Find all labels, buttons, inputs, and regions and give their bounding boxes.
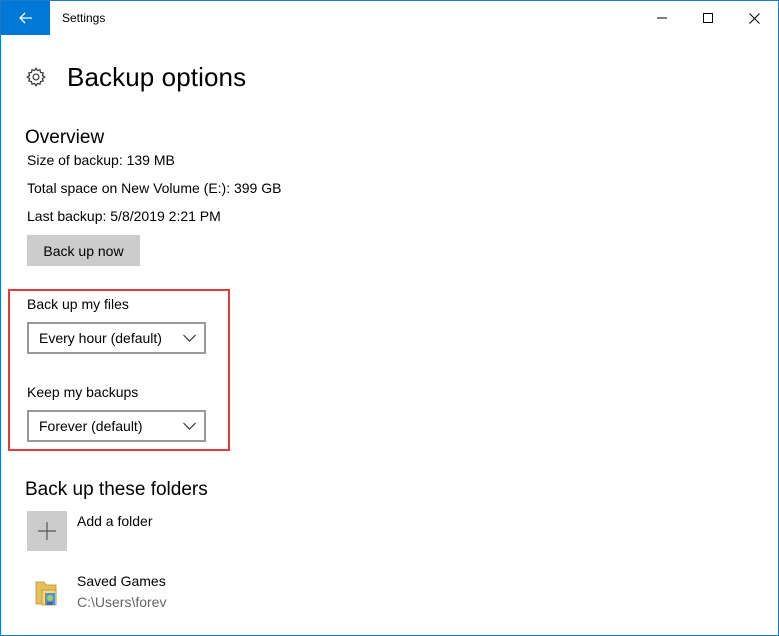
folder-item-name[interactable]: Saved Games [77, 573, 166, 589]
backup-frequency-dropdown[interactable]: Every hour (default) [27, 322, 206, 354]
plus-icon [38, 522, 56, 540]
settings-window: Settings Backup options Overview Size of… [0, 0, 779, 636]
backup-folders-heading: Back up these folders [25, 479, 208, 500]
add-folder-button[interactable] [27, 511, 67, 551]
keep-backups-value: Forever (default) [39, 418, 143, 434]
page-title: Backup options [67, 61, 247, 92]
backup-size-text: Size of backup: 139 MB [27, 152, 175, 168]
gear-icon [26, 67, 46, 87]
overview-heading: Overview [25, 127, 105, 148]
total-space-text: Total space on New Volume (E:): 399 GB [27, 180, 282, 196]
back-button[interactable] [1, 1, 50, 35]
backup-frequency-value: Every hour (default) [39, 330, 162, 346]
minimize-icon [657, 17, 667, 19]
maximize-icon [703, 13, 713, 23]
folder-item-path: C:\Users\forev [77, 594, 167, 610]
minimize-button[interactable] [639, 1, 685, 35]
chevron-down-icon [183, 422, 196, 430]
maximize-button[interactable] [685, 1, 731, 35]
keep-backups-label: Keep my backups [27, 384, 139, 400]
back-arrow-icon [18, 12, 32, 24]
page-header: Backup options [25, 61, 246, 93]
saved-games-folder-icon[interactable] [34, 578, 60, 608]
last-backup-text: Last backup: 5/8/2019 2:21 PM [27, 208, 221, 224]
title-bar: Settings [1, 1, 778, 36]
close-icon [748, 12, 760, 24]
add-folder-label[interactable]: Add a folder [77, 513, 153, 529]
keep-backups-dropdown[interactable]: Forever (default) [27, 410, 206, 442]
chevron-down-icon [183, 334, 196, 342]
back-up-now-button[interactable]: Back up now [27, 235, 140, 266]
window-title: Settings [62, 11, 106, 25]
backup-frequency-label: Back up my files [27, 296, 129, 312]
close-button[interactable] [731, 1, 777, 35]
